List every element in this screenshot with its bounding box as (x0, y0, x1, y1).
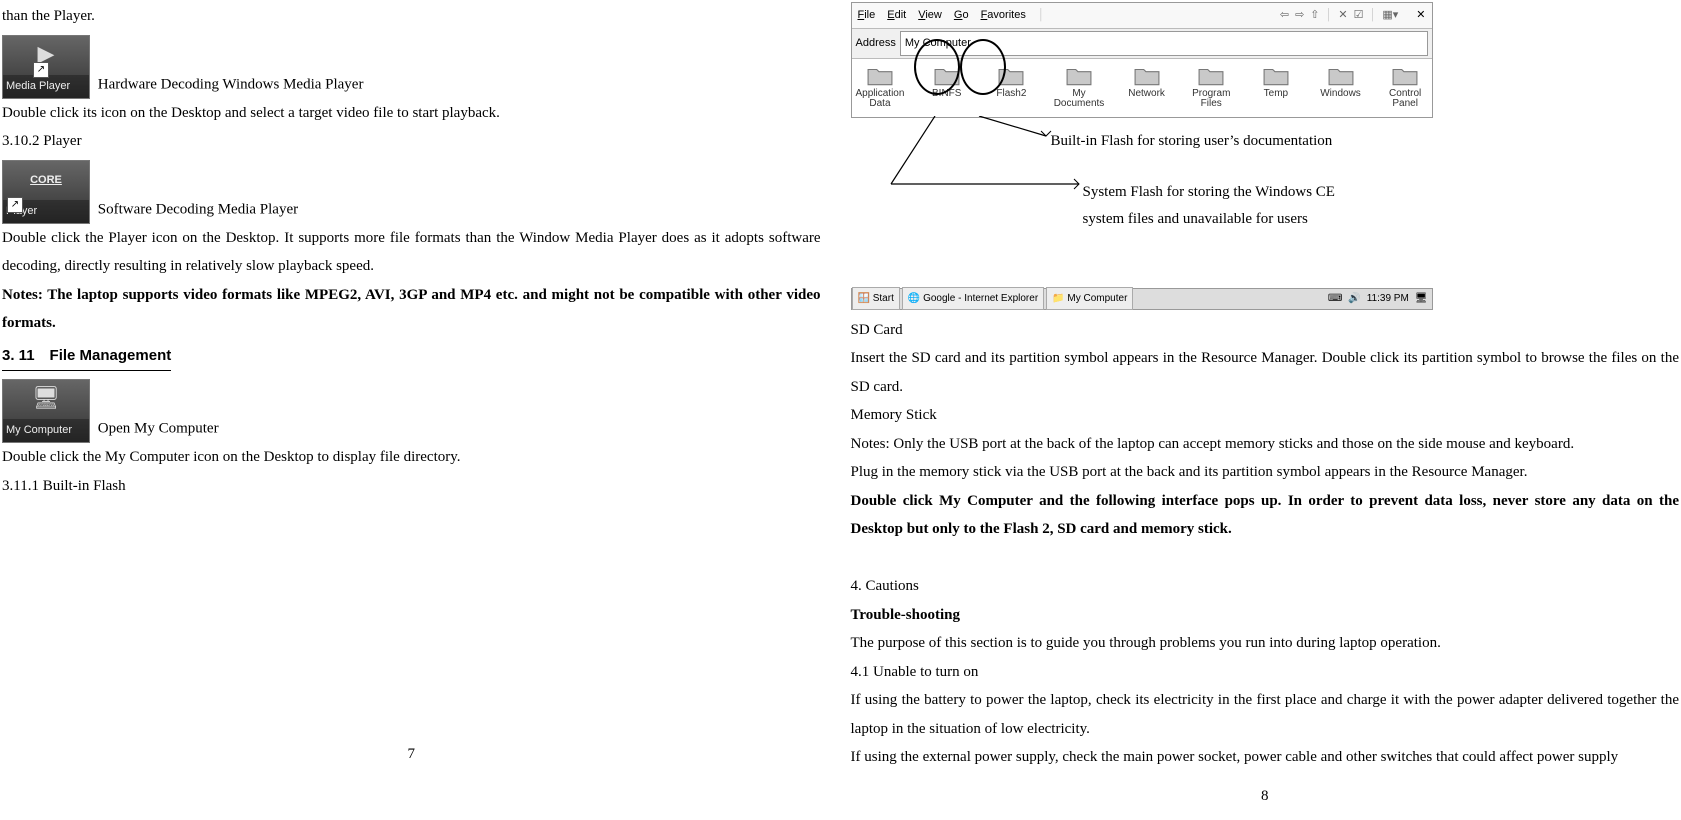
menu-view[interactable]: View (918, 5, 942, 26)
memory-stick-notes: Notes: Only the USB port at the back of … (851, 430, 1680, 459)
address-label: Address (856, 33, 896, 54)
start-button[interactable]: 🪟 Start (852, 287, 900, 310)
folder-label: Program Files (1189, 89, 1234, 109)
menu-file[interactable]: File (858, 5, 876, 26)
annotation-flash2-text: Built-in Flash for storing user’s docume… (1051, 128, 1333, 155)
section-4-1: 4.1 Unable to turn on (851, 658, 1680, 687)
clock[interactable]: 11:39 PM (1367, 289, 1409, 308)
folder-icon (934, 65, 960, 87)
folder-label: Application Data (856, 89, 905, 109)
explorer-addressbar: Address My Computer (852, 29, 1432, 59)
shortcut-arrow-icon: ↗ (33, 62, 49, 78)
back-icon[interactable]: ⇦ (1280, 5, 1289, 26)
explorer-window: File Edit View Go Favorites │ ⇦ ⇨ ⇧ │ ✕ … (851, 2, 1433, 118)
taskbar-item-ie[interactable]: 🌐 Google - Internet Explorer (902, 287, 1044, 310)
text-fragment-top: than the Player. (2, 2, 821, 31)
folder-label: BINFS (932, 89, 961, 99)
folder-windows[interactable]: Windows (1318, 65, 1363, 109)
system-tray: ⌨ 🔊 11:39 PM 🖥 (1328, 289, 1432, 308)
folder-icon (1392, 65, 1418, 87)
folder-icon (1198, 65, 1224, 87)
my-computer-icon: 🖥 My Computer (2, 379, 90, 443)
section-4: 4. Cautions (851, 572, 1680, 601)
volume-icon[interactable]: 🔊 (1348, 289, 1360, 308)
computer-glyph-icon: 🖥 (3, 377, 89, 419)
address-input[interactable]: My Computer (900, 31, 1428, 56)
my-computer-icon-label: My Computer (3, 419, 89, 442)
notes-video-formats: Notes: The laptop supports video formats… (2, 281, 821, 338)
menu-edit[interactable]: Edit (887, 5, 906, 26)
folder-binfs[interactable]: BINFS (924, 65, 969, 109)
folder-icon (867, 65, 893, 87)
troubleshooting-purpose: The purpose of this section is to guide … (851, 629, 1680, 658)
folder-icon (1134, 65, 1160, 87)
page-right: File Edit View Go Favorites │ ⇦ ⇨ ⇧ │ ✕ … (841, 0, 1681, 820)
data-loss-warning: Double click My Computer and the followi… (851, 487, 1680, 544)
folder-control-panel[interactable]: Control Panel (1383, 65, 1428, 109)
folder-flash2[interactable]: Flash2 (989, 65, 1034, 109)
taskbar-item-mycomputer[interactable]: 📁 My Computer (1046, 287, 1133, 310)
folder-icon (1328, 65, 1354, 87)
folder-network[interactable]: Network (1124, 65, 1169, 109)
hw-decode-label: Hardware Decoding Windows Media Player (98, 76, 364, 92)
menu-go[interactable]: Go (954, 5, 969, 26)
sw-decode-paragraph: Double click the Player icon on the Desk… (2, 224, 821, 281)
open-my-computer-label: Open My Computer (98, 421, 219, 437)
media-player-icon: ▶ ↗ Media Player (2, 35, 90, 99)
troubleshooting-heading: Trouble-shooting (851, 601, 1680, 630)
player-icon: CORE ↗ Player (2, 160, 90, 224)
annotation-block: Built-in Flash for storing user’s docume… (851, 124, 1680, 244)
sw-decode-label: Software Decoding Media Player (98, 201, 298, 217)
close-icon[interactable]: ✕ (1416, 5, 1425, 26)
folder-icon (998, 65, 1024, 87)
section-3-11: 3. 11 File Management (2, 342, 171, 372)
show-desktop-icon[interactable]: 🖥 (1415, 289, 1428, 308)
folder-my-documents[interactable]: My Documents (1054, 65, 1105, 109)
sd-card-heading: SD Card (851, 316, 1680, 345)
folder-label: Network (1128, 89, 1165, 99)
annotation-binfs-text: System Flash for storing the Windows CE … (1083, 179, 1403, 233)
dbl-click-desktop: Double click its icon on the Desktop and… (2, 99, 821, 128)
folder-application-data[interactable]: Application Data (856, 65, 905, 109)
view-mode-icon[interactable]: ▦▾ (1382, 5, 1398, 26)
folder-temp[interactable]: Temp (1254, 65, 1299, 109)
core-player-glyph-icon: CORE (3, 161, 89, 200)
explorer-body: Application Data BINFS Flash2 My Documen… (852, 59, 1432, 117)
folder-label: Flash2 (996, 89, 1026, 99)
memory-stick-heading: Memory Stick (851, 401, 1680, 430)
section-3-10-2: 3.10.2 Player (2, 127, 821, 156)
shortcut-arrow-icon: ↗ (7, 197, 23, 213)
folder-label: Control Panel (1383, 89, 1428, 109)
menu-favorites[interactable]: Favorites (981, 5, 1026, 26)
properties-icon[interactable]: ☑ (1354, 5, 1364, 26)
page-number-right: 8 (851, 782, 1680, 811)
memory-stick-plug: Plug in the memory stick via the USB por… (851, 458, 1680, 487)
folder-label: Windows (1320, 89, 1361, 99)
folder-icon (1263, 65, 1289, 87)
folder-label: My Documents (1054, 89, 1105, 109)
folder-label: Temp (1264, 89, 1288, 99)
sd-card-paragraph: Insert the SD card and its partition sym… (851, 344, 1680, 401)
keyboard-icon[interactable]: ⌨ (1328, 289, 1342, 308)
up-icon[interactable]: ⇧ (1310, 5, 1319, 26)
taskbar: 🪟 Start 🌐 Google - Internet Explorer 📁 M… (851, 288, 1433, 310)
dbl-click-mycomp: Double click the My Computer icon on the… (2, 443, 821, 472)
page-number-left: 7 (2, 740, 821, 769)
section-3-11-1: 3.11.1 Built-in Flash (2, 472, 821, 501)
folder-program-files[interactable]: Program Files (1189, 65, 1234, 109)
delete-icon[interactable]: ✕ (1338, 5, 1347, 26)
section-4-1-p1: If using the battery to power the laptop… (851, 686, 1680, 743)
folder-icon (1066, 65, 1092, 87)
media-player-icon-label: Media Player (3, 75, 89, 98)
page-left: than the Player. ▶ ↗ Media Player Hardwa… (0, 0, 841, 820)
forward-icon[interactable]: ⇨ (1295, 5, 1304, 26)
explorer-menubar: File Edit View Go Favorites │ ⇦ ⇨ ⇧ │ ✕ … (852, 3, 1432, 29)
